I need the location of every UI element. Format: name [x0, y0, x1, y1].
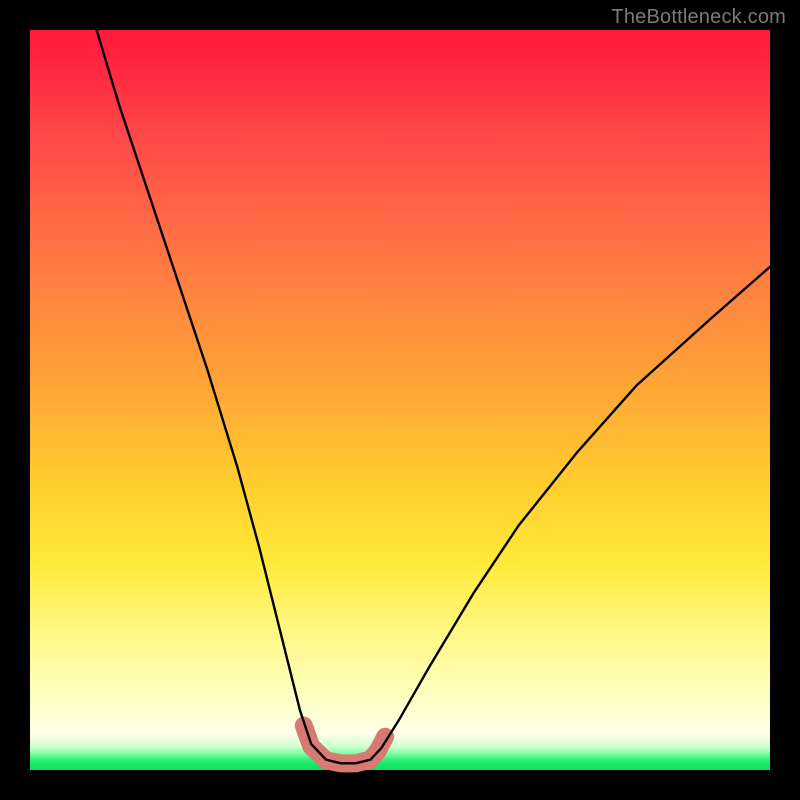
watermark-text: TheBottleneck.com	[611, 6, 786, 29]
chart-frame: TheBottleneck.com	[0, 0, 800, 800]
bottleneck-curve	[97, 30, 770, 763]
curve-layer	[30, 30, 770, 770]
plot-area	[30, 30, 770, 770]
